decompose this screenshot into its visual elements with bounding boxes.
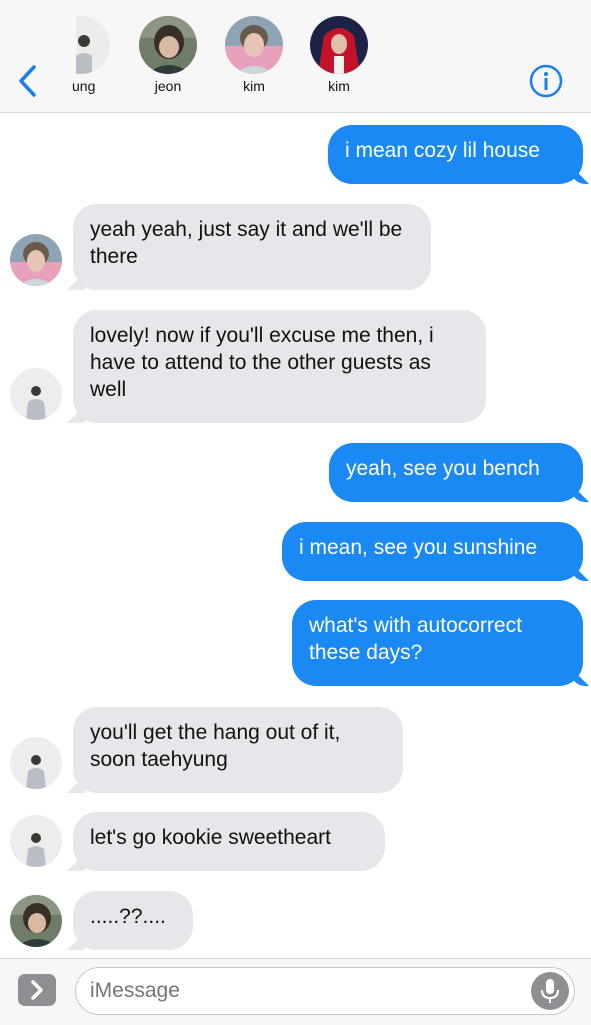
outgoing-message[interactable]: i mean, see you sunshine: [282, 522, 583, 581]
outgoing-message[interactable]: what's with autocorrect these days?: [292, 600, 583, 686]
contact-avatar: [76, 16, 110, 74]
back-button[interactable]: [16, 64, 38, 98]
contact-name: kim: [243, 78, 265, 94]
sender-avatar: [10, 737, 62, 789]
incoming-message[interactable]: yeah yeah, just say it and we'll be ther…: [73, 204, 431, 290]
microphone-icon: [541, 979, 559, 1003]
contact-name: jeon: [154, 78, 182, 94]
sender-avatar: [10, 895, 62, 947]
info-button[interactable]: [529, 64, 563, 98]
outgoing-message[interactable]: yeah, see you bench: [329, 443, 583, 502]
sender-avatar: [10, 815, 62, 867]
incoming-message[interactable]: let's go kookie sweetheart: [73, 812, 385, 871]
contact-name: kim: [328, 78, 350, 94]
contact-2[interactable]: jeon: [133, 16, 203, 94]
outgoing-message[interactable]: i mean cozy lil house: [328, 125, 583, 184]
sender-avatar: [10, 234, 62, 286]
contact-name: ung: [72, 78, 96, 94]
dictation-button[interactable]: [531, 972, 569, 1010]
contact-avatar: [139, 16, 197, 74]
sender-avatar: [10, 368, 62, 420]
info-icon: [529, 64, 563, 98]
contact-avatar: [225, 16, 283, 74]
incoming-message[interactable]: you'll get the hang out of it, soon taeh…: [73, 707, 403, 793]
message-input[interactable]: [90, 979, 510, 1003]
message-input-container[interactable]: [75, 967, 575, 1015]
contact-1[interactable]: ung: [50, 16, 120, 94]
contact-avatar: [310, 16, 368, 74]
chevron-right-icon: [31, 980, 43, 1000]
incoming-message[interactable]: lovely! now if you'll excuse me then, i …: [73, 310, 486, 423]
apps-expand-button[interactable]: [18, 974, 56, 1006]
composer-bar: [0, 958, 591, 1025]
conversation-header: ung jeon kim kim: [0, 0, 591, 113]
incoming-message[interactable]: .....??....: [73, 891, 193, 950]
contact-4[interactable]: kim: [304, 16, 374, 94]
contact-3[interactable]: kim: [219, 16, 289, 94]
chevron-left-icon: [19, 65, 36, 97]
